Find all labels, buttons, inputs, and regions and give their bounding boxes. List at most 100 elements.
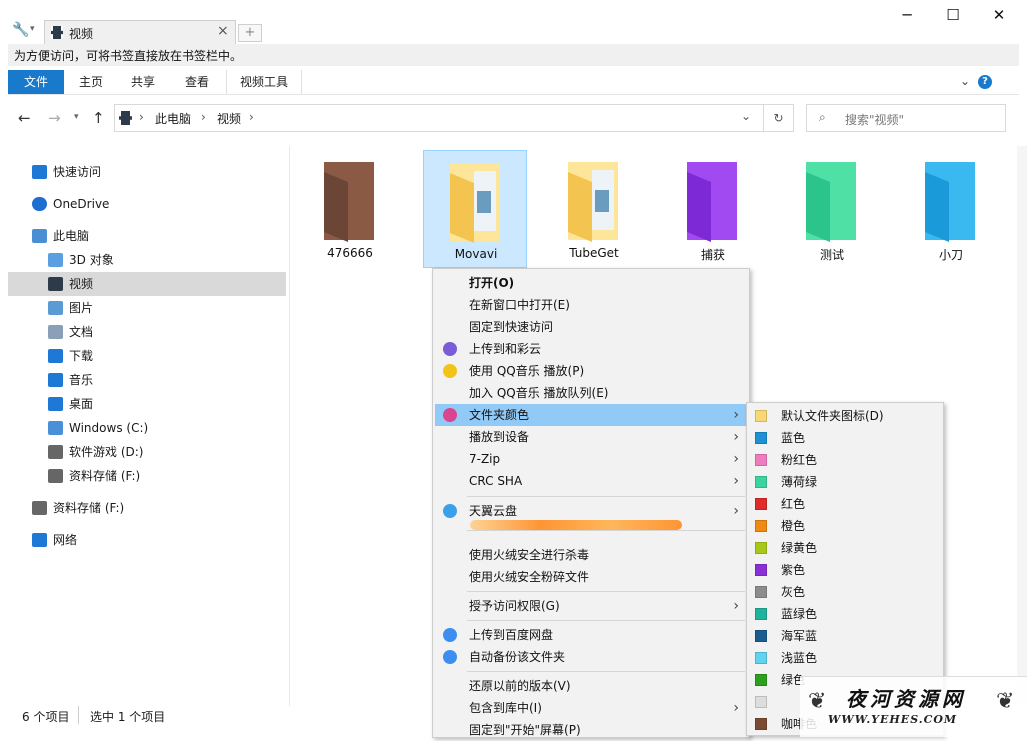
- folder-item[interactable]: 捕获: [661, 150, 765, 268]
- color-option[interactable]: 绿黄色: [749, 537, 943, 559]
- tab-file[interactable]: 文件: [8, 70, 64, 94]
- menu-item-label: 固定到快速访问: [469, 320, 554, 334]
- nav-item[interactable]: 网络: [8, 528, 286, 552]
- menu-item-label: 7-Zip: [469, 452, 501, 466]
- nav-item[interactable]: 视频: [8, 272, 286, 296]
- menu-item[interactable]: 授予访问权限(G) ›: [435, 595, 747, 617]
- pane-divider[interactable]: [289, 146, 290, 706]
- nav-item[interactable]: 3D 对象: [8, 248, 286, 272]
- color-swatch-icon: [755, 520, 767, 532]
- menu-separator: [467, 496, 745, 497]
- nav-item[interactable]: 此电脑: [8, 224, 286, 248]
- menu-item[interactable]: 在新窗口中打开(E): [435, 294, 747, 316]
- color-option[interactable]: 蓝绿色: [749, 603, 943, 625]
- drive-icon: [32, 501, 47, 515]
- tab-view[interactable]: 查看: [172, 70, 222, 94]
- baidu-icon: [443, 650, 457, 664]
- nav-item[interactable]: 软件游戏 (D:): [8, 440, 286, 464]
- maximize-button[interactable]: ☐: [930, 0, 976, 30]
- paintbrush-icon: [443, 408, 457, 422]
- address-bar[interactable]: › 此电脑 › 视频 › ⌄: [114, 104, 764, 132]
- menu-item[interactable]: 7-Zip ›: [435, 448, 747, 470]
- menu-item[interactable]: 还原以前的版本(V): [435, 675, 747, 697]
- search-input[interactable]: ⌕ 搜索"视频": [806, 104, 1006, 132]
- nav-item-label: 快速访问: [53, 165, 102, 179]
- help-icon[interactable]: ?: [978, 75, 992, 89]
- nav-item[interactable]: 文档: [8, 320, 286, 344]
- nav-arrow-icon[interactable]: ▾: [30, 24, 35, 34]
- color-swatch-icon: [755, 696, 767, 708]
- menu-item[interactable]: 使用 QQ音乐 播放(P): [435, 360, 747, 382]
- breadcrumb-this-pc[interactable]: 此电脑: [155, 110, 191, 127]
- color-option[interactable]: 薄荷绿: [749, 471, 943, 493]
- minimize-button[interactable]: ─: [884, 0, 930, 30]
- color-option[interactable]: 橙色: [749, 515, 943, 537]
- tab-home[interactable]: 主页: [66, 70, 116, 94]
- menu-item[interactable]: 打开(O): [435, 272, 747, 294]
- menu-item[interactable]: 加入 QQ音乐 播放队列(E): [435, 382, 747, 404]
- tab-video[interactable]: 视频 ×: [44, 20, 236, 44]
- recent-dropdown-icon[interactable]: ▾: [74, 112, 79, 122]
- new-tab-button[interactable]: +: [238, 24, 262, 42]
- nav-item[interactable]: 桌面: [8, 392, 286, 416]
- vertical-scrollbar[interactable]: [1017, 146, 1027, 706]
- color-option[interactable]: 紫色: [749, 559, 943, 581]
- color-option[interactable]: 海军蓝: [749, 625, 943, 647]
- tab-video-tools[interactable]: 视频工具: [226, 70, 302, 94]
- menu-item[interactable]: 上传到百度网盘: [435, 624, 747, 646]
- menu-item[interactable]: 天翼云盘 ›: [435, 500, 747, 522]
- color-option[interactable]: 灰色: [749, 581, 943, 603]
- menu-item[interactable]: 固定到快速访问: [435, 316, 747, 338]
- tab-close-button[interactable]: ×: [217, 23, 229, 39]
- menu-item-label: 包含到库中(I): [469, 701, 542, 715]
- menu-item[interactable]: 播放到设备 ›: [435, 426, 747, 448]
- menu-item[interactable]: 上传到和彩云: [435, 338, 747, 360]
- ribbon-expand-icon[interactable]: ⌄: [960, 74, 970, 88]
- nav-item[interactable]: Windows (C:): [8, 416, 286, 440]
- color-option[interactable]: 红色: [749, 493, 943, 515]
- nav-item[interactable]: 资料存储 (F:): [8, 496, 286, 520]
- nav-item[interactable]: 图片: [8, 296, 286, 320]
- selected-count: 选中 1 个项目: [90, 710, 166, 724]
- address-dropdown-icon[interactable]: ⌄: [741, 109, 751, 123]
- search-icon: ⌕: [819, 110, 826, 124]
- nav-item[interactable]: 音乐: [8, 368, 286, 392]
- breadcrumb-video[interactable]: 视频: [217, 110, 241, 127]
- menu-item[interactable]: 包含到库中(I) ›: [435, 697, 747, 719]
- color-option[interactable]: 默认文件夹图标(D): [749, 405, 943, 427]
- folder-item[interactable]: 小刀: [899, 150, 1003, 268]
- folder-label: TubeGet: [569, 246, 619, 260]
- refresh-button[interactable]: ↻: [764, 104, 794, 132]
- folder-icon: [687, 162, 737, 242]
- folder-item[interactable]: 476666: [298, 150, 402, 268]
- menu-item[interactable]: 固定到"开始"屏幕(P): [435, 719, 747, 741]
- wrench-icon[interactable]: 🔧: [12, 22, 30, 40]
- color-option[interactable]: 蓝色: [749, 427, 943, 449]
- nav-item[interactable]: OneDrive: [8, 192, 286, 216]
- tab-share[interactable]: 共享: [118, 70, 168, 94]
- nav-item[interactable]: 资料存储 (F:): [8, 464, 286, 488]
- menu-item[interactable]: 文件夹颜色 ›: [435, 404, 747, 426]
- color-swatch-icon: [755, 410, 767, 422]
- menu-item-label: 上传到百度网盘: [469, 628, 554, 642]
- forward-button[interactable]: →: [48, 109, 61, 127]
- color-option[interactable]: 浅蓝色: [749, 647, 943, 669]
- folder-item[interactable]: TubeGet: [542, 150, 646, 268]
- menu-item[interactable]: 使用火绒安全进行杀毒: [435, 544, 747, 566]
- nav-item[interactable]: 下载: [8, 344, 286, 368]
- menu-item-label: 打开(O): [469, 276, 515, 290]
- color-swatch-icon: [755, 476, 767, 488]
- folder-item[interactable]: Movavi: [423, 150, 527, 268]
- nav-item[interactable]: 快速访问: [8, 160, 286, 184]
- status-bar: 6 个项目 选中 1 个项目: [8, 706, 428, 726]
- menu-item[interactable]: 使用火绒安全粉碎文件: [435, 566, 747, 588]
- menu-item[interactable]: CRC SHA ›: [435, 470, 747, 492]
- document-icon: [48, 325, 63, 339]
- close-button[interactable]: ✕: [976, 0, 1022, 30]
- drive-icon: [48, 469, 63, 483]
- up-button[interactable]: ↑: [92, 109, 105, 127]
- menu-item[interactable]: 自动备份该文件夹: [435, 646, 747, 668]
- folder-item[interactable]: 测试: [780, 150, 884, 268]
- back-button[interactable]: ←: [18, 109, 31, 127]
- color-option[interactable]: 粉红色: [749, 449, 943, 471]
